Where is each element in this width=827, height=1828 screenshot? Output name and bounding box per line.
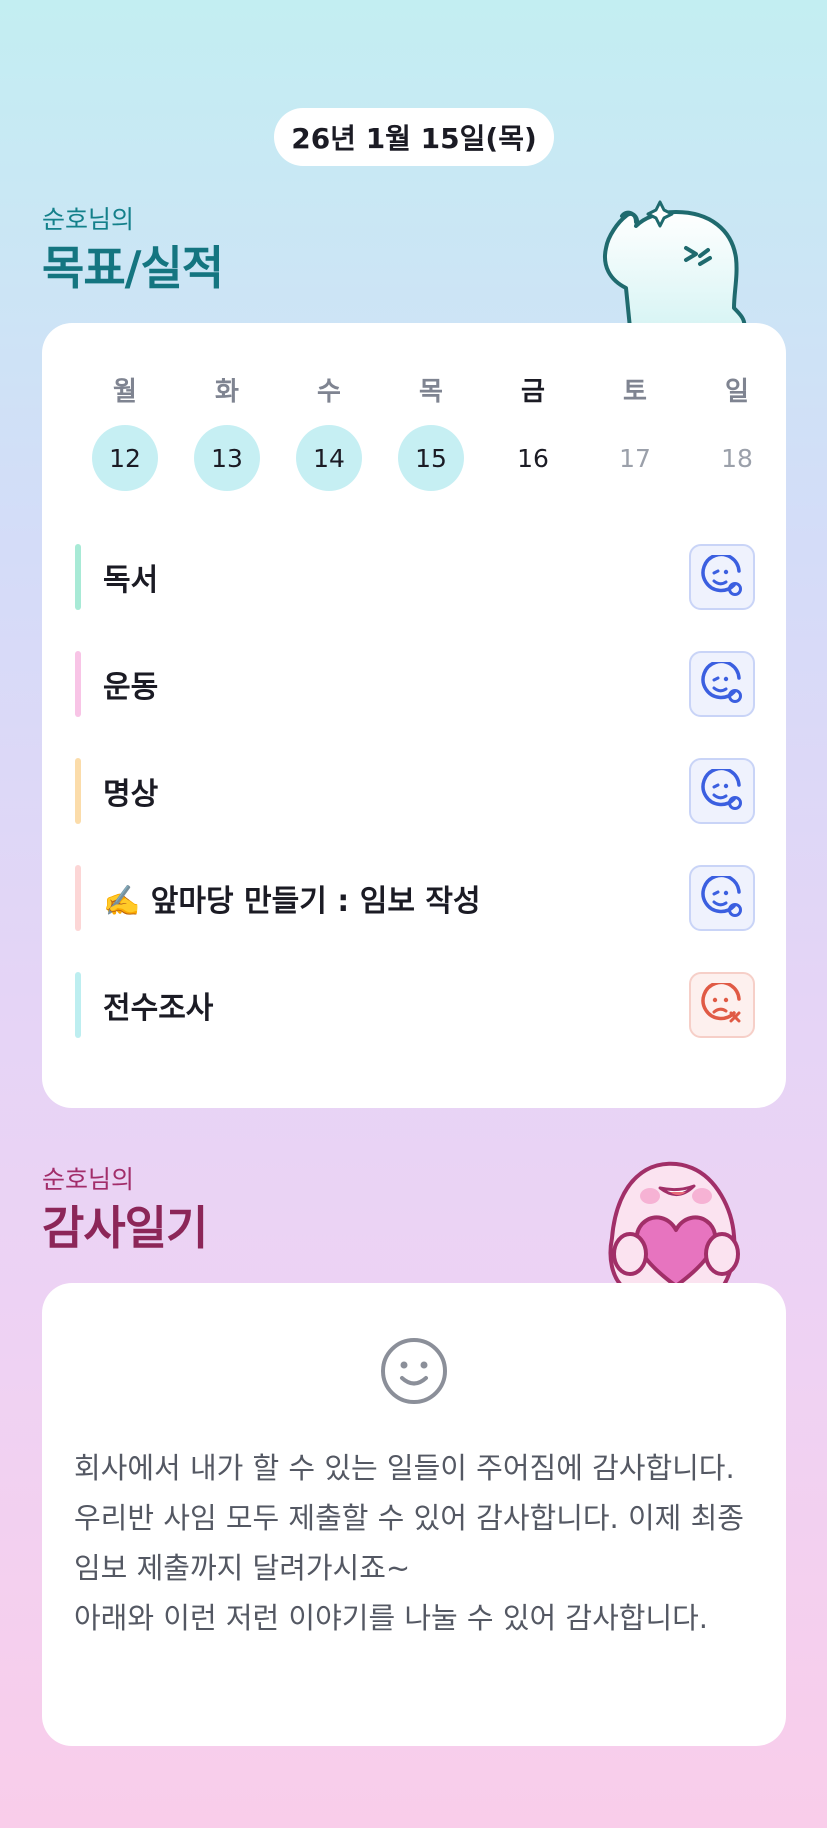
goal-done-status-button[interactable] <box>689 758 755 824</box>
date-pill[interactable]: 26년 1월 15일(목) <box>274 108 554 166</box>
smile-circle-icon <box>700 769 744 813</box>
calendar-day-number: 16 <box>517 443 549 473</box>
goal-row[interactable]: 운동 <box>75 650 755 718</box>
diary-subtitle: 순호님의 <box>42 1165 135 1194</box>
diary-text: 회사에서 내가 할 수 있는 일들이 주어짐에 감사합니다. 우리반 사임 모두… <box>74 1443 764 1643</box>
weekday-label: 토 <box>623 377 647 407</box>
calendar-day-cell[interactable]: 15 <box>380 425 482 491</box>
goal-missed-status-button[interactable] <box>689 972 755 1038</box>
heart-mascot-illustration <box>608 1161 740 1286</box>
smile-circle-icon <box>700 555 744 599</box>
calendar-day-number: 17 <box>619 443 651 473</box>
goal-color-bar <box>75 972 81 1038</box>
goal-label: 운동 <box>103 670 159 705</box>
goal-color-bar <box>75 651 81 717</box>
goal-label: ✍️ 앞마당 만들기 : 임보 작성 <box>103 884 481 919</box>
diary-line: 회사에서 내가 할 수 있는 일들이 주어짐에 감사합니다. <box>74 1451 735 1485</box>
calendar-day-number: 18 <box>721 443 753 473</box>
goals-title: 목표/실적 <box>42 241 224 295</box>
goal-done-status-button[interactable] <box>689 651 755 717</box>
goal-label: 전수조사 <box>103 991 214 1026</box>
goals-subtitle: 순호님의 <box>42 205 135 234</box>
calendar-day-cell[interactable]: 13 <box>176 425 278 491</box>
diary-line: 아래와 이런 저런 이야기를 나눌 수 있어 감사합니다. <box>74 1601 709 1635</box>
weekday-label: 목 <box>419 377 443 407</box>
calendar-day-cell[interactable]: 12 <box>74 425 176 491</box>
calendar-day-cell[interactable]: 14 <box>278 425 380 491</box>
calendar-day-number: 13 <box>194 425 260 491</box>
goal-row[interactable]: 명상 <box>75 757 755 825</box>
goals-card: 월 화 수 목 금 토 일 12 13 14 15 16 17 18 독서운동명상 ✍️ 앞마당 만들기 :… <box>42 323 786 1108</box>
goal-row[interactable]: 독서 <box>75 543 755 611</box>
smile-circle-icon <box>700 876 744 920</box>
goal-done-status-button[interactable] <box>689 865 755 931</box>
goal-color-bar <box>75 865 81 931</box>
calendar-day-number: 15 <box>398 425 464 491</box>
goal-label: 독서 <box>103 563 159 598</box>
calendar-day-cell[interactable]: 16 <box>482 425 584 491</box>
weekday-label: 월 <box>113 377 137 407</box>
goal-done-status-button[interactable] <box>689 544 755 610</box>
goal-row[interactable]: 전수조사 <box>75 971 755 1039</box>
weekday-label: 금 <box>521 377 545 407</box>
goal-label: 명상 <box>103 777 159 812</box>
gratitude-diary-card: 회사에서 내가 할 수 있는 일들이 주어짐에 감사합니다. 우리반 사임 모두… <box>42 1283 786 1746</box>
calendar-day-number: 14 <box>296 425 362 491</box>
smile-circle-icon <box>700 662 744 706</box>
calendar-day-cell[interactable]: 17 <box>584 425 686 491</box>
frown-x-icon <box>700 983 744 1027</box>
smile-icon <box>381 1338 447 1404</box>
diary-line: 우리반 사임 모두 제출할 수 있어 감사합니다. 이제 최종임보 제출까지 달… <box>74 1501 744 1585</box>
calendar-day-number: 12 <box>92 425 158 491</box>
weekday-label: 일 <box>725 377 749 407</box>
goal-row[interactable]: ✍️ 앞마당 만들기 : 임보 작성 <box>75 864 755 932</box>
diary-title: 감사일기 <box>42 1201 208 1255</box>
weekday-label: 화 <box>215 377 239 407</box>
week-calendar: 월 화 수 목 금 토 일 12 13 14 15 16 17 18 <box>74 371 788 491</box>
goal-color-bar <box>75 758 81 824</box>
weekday-label: 수 <box>317 377 341 407</box>
ghost-mascot-illustration <box>603 200 747 326</box>
calendar-day-cell[interactable]: 18 <box>686 425 788 491</box>
goal-color-bar <box>75 544 81 610</box>
